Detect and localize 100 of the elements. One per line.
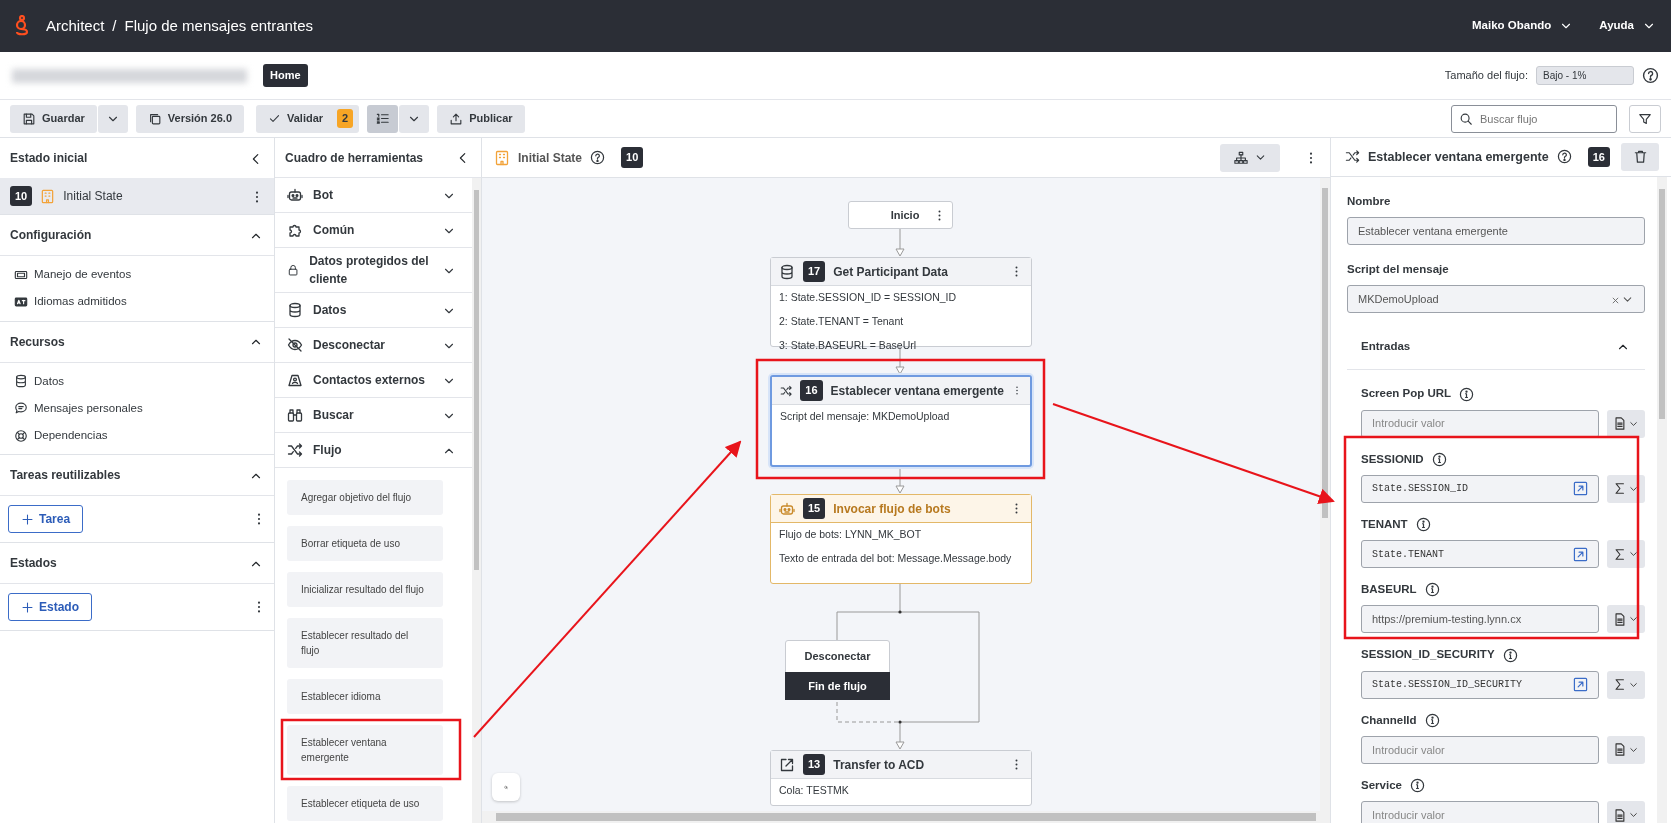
panel-title: Estado inicial [10,150,88,167]
filter-icon [1638,111,1652,126]
toolbox-category[interactable]: Desconectar [275,328,472,364]
floppy-disk-icon [22,111,36,126]
toolbox-action[interactable]: Establecer ventana emergente [287,725,443,776]
panel-title: Establecer ventana emergente [1368,148,1549,166]
toolbox-action[interactable]: Establecer etiqueta de uso [287,786,443,822]
script-select[interactable]: MKDemoUpload [1347,285,1645,314]
sidebar-item[interactable]: Dependencias [34,427,108,445]
chat-icon [14,401,28,416]
check-icon [268,112,281,125]
scrollbar[interactable] [482,811,1330,823]
toolbox-category[interactable]: Buscar [275,398,472,434]
delete-button[interactable] [1621,142,1659,171]
document-icon [1613,611,1627,627]
external-link-icon [779,756,795,773]
input-field[interactable]: State.SESSION_ID_SECURITY [1361,670,1599,699]
info-icon [1424,712,1440,728]
initial-state-item[interactable]: 10 Initial State [0,178,274,214]
action-node[interactable]: 17 Get Participant Data 1: State.SESSION_ID = SESSION_ID 2: State.TENANT = Tenant 3: State.BASEURL = BaseUrl [770,257,1032,347]
value-type-button[interactable] [1607,409,1645,438]
input-field[interactable]: https://premium-testing.lynn.cx [1361,605,1599,634]
section-title: Recursos [10,333,65,351]
database-icon [779,263,795,280]
add-button[interactable]: Estado [8,593,92,622]
connector-arrow [895,466,905,494]
sidebar-item[interactable]: Mensajes personales [34,399,143,417]
database-icon [287,302,303,319]
toolbox-category[interactable]: Datos [275,293,472,329]
state-number: 10 [10,185,33,207]
toolbox-category[interactable]: Datos protegidos del cliente [275,248,472,294]
value-type-button[interactable] [1607,801,1645,823]
version-button[interactable]: Versión 26.0 [135,104,244,133]
toolbox-action[interactable]: Establecer idioma [287,679,443,715]
sidebar-item[interactable]: Datos [34,372,65,390]
save-button[interactable]: Guardar [10,104,97,133]
toolbox-action[interactable]: Borrar etiqueta de uso [287,526,443,562]
node-detail: Script del mensaje: MKDemoUpload [779,409,951,424]
building-icon [40,188,56,204]
scrollbar[interactable] [1657,176,1667,823]
toolbox-category[interactable]: Contactos externos [275,363,472,399]
node-number: 17 [803,261,826,282]
layout-button[interactable] [1220,143,1280,172]
filter-button[interactable] [1629,104,1661,133]
start-node[interactable]: Inicio [848,201,953,229]
node-title: Transfer to ACD [833,756,926,774]
toolbox-action[interactable]: Establecer resultado del flujo [287,618,443,669]
field-label: BASEURL [1361,582,1417,598]
scrollbar[interactable] [471,178,481,823]
info-icon [1409,778,1425,793]
plus-icon [21,512,34,526]
validate-button[interactable]: Validar 2 [256,104,360,133]
action-node[interactable]: 13 Transfer to ACD Cola: TESTMK [770,750,1032,806]
toolbox-action[interactable]: Agregar objetivo del flujo [287,480,443,516]
field-label: TENANT [1361,516,1408,532]
section-title: Entradas [1361,338,1411,354]
field-label: ChannelId [1361,712,1417,728]
publish-button[interactable]: Publicar [437,104,525,133]
breadcrumb-separator: / [112,15,117,36]
field-label: Screen Pop URL [1361,386,1452,402]
sidebar-item[interactable]: Manejo de eventos [34,266,132,284]
scrollbar[interactable] [1320,178,1330,811]
app-title[interactable]: Architect [46,14,105,38]
numbered-list-icon [375,111,391,126]
toolbox-category[interactable]: Bot [275,178,472,214]
toolbox-category[interactable]: Común [275,213,472,249]
hierarchy-icon [1233,150,1248,165]
puzzle-icon [287,222,303,239]
action-node[interactable]: 15 Invocar flujo de bots Flujo de bots: LYNN_MK_BOT Texto de entrada del bot: Message.Message.body [770,494,1032,584]
flow-size-label: Tamaño del flujo: [1444,68,1528,84]
state-title: Initial State [518,149,582,167]
field-label: SESSION_ID_SECURITY [1361,647,1495,663]
input-field[interactable]: State.TENANT [1361,540,1599,569]
value-type-button[interactable] [1607,605,1645,634]
action-node[interactable]: 16 Establecer ventana emergente Script del mensaje: MKDemoUpload [770,375,1032,467]
info-icon [1459,386,1475,402]
add-button[interactable]: Tarea [8,505,84,534]
node-number: 13 [803,754,826,775]
value-type-button[interactable] [1607,474,1645,503]
disconnect-node[interactable]: Desconectar Fin de flujo [785,640,890,700]
field-label: Nombre [1347,193,1392,209]
robot-icon [779,500,795,517]
help-menu[interactable]: Ayuda [1598,16,1657,36]
search-field[interactable]: Buscar flujo [1451,104,1617,133]
input-field[interactable]: State.SESSION_ID [1361,474,1599,503]
toolbox-category[interactable]: Flujo [275,433,472,469]
user-menu[interactable]: Maiko Obando [1471,16,1575,36]
value-type-button[interactable] [1607,670,1645,699]
name-field[interactable]: Establecer ventana emergente [1347,217,1645,246]
list-view-button[interactable] [367,104,399,133]
value-type-button[interactable] [1607,735,1645,764]
shuffle-icon [1345,149,1360,165]
sidebar-item[interactable]: Idiomas admitidos [34,293,127,311]
open-link-icon [1573,546,1588,562]
upload-icon [449,111,464,126]
field-label: Service [1361,777,1402,793]
value-type-button[interactable] [1607,540,1645,569]
field-label: Script del mensaje [1347,262,1450,278]
end-flow-label: Fin de flujo [785,671,890,700]
toolbox-action[interactable]: Inicializar resultado del flujo [287,572,443,608]
